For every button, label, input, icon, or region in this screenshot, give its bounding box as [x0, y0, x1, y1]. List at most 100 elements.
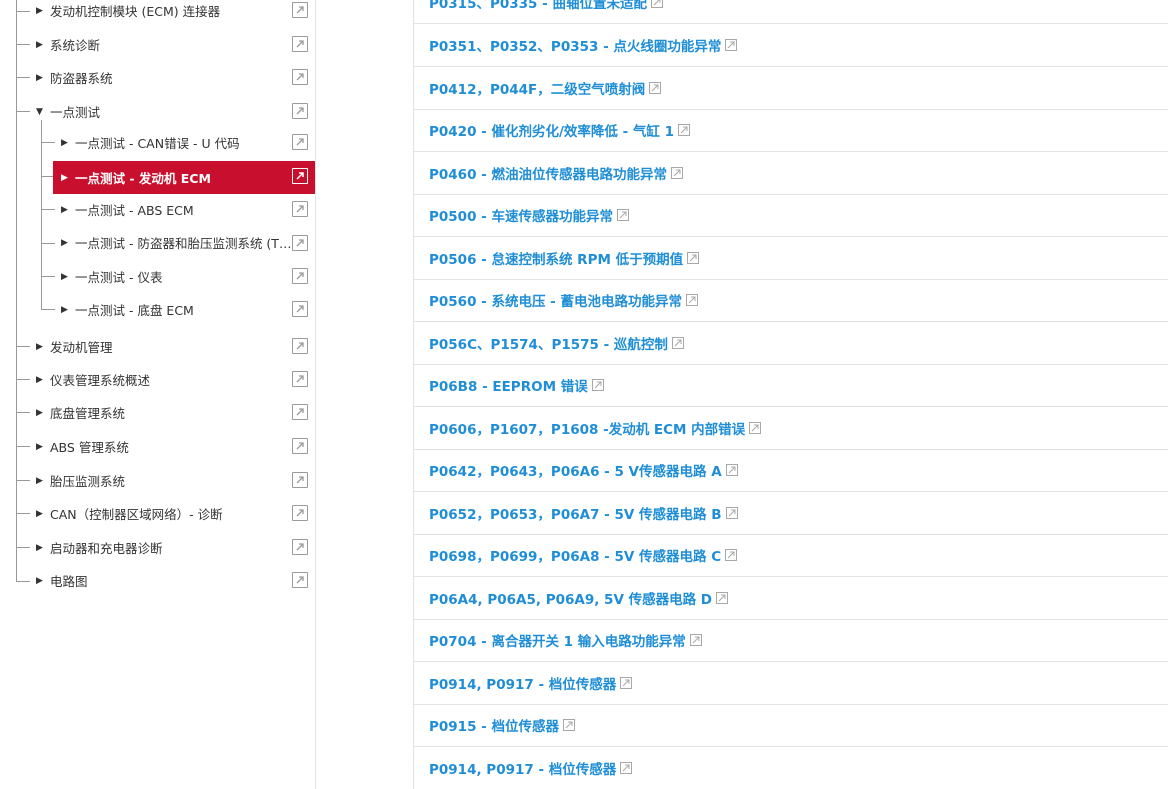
open-external-icon[interactable] [292, 572, 308, 588]
tree-item-pinpoint-test[interactable]: ▼ 一点测试 [36, 95, 100, 128]
tree-line [16, 346, 30, 347]
dtc-link[interactable]: P0412，P044F，二级空气喷射阀 [429, 78, 662, 98]
tree-line [16, 111, 30, 112]
open-external-icon [725, 548, 738, 561]
tree-line [16, 480, 30, 481]
tree-item-label: 启动器和充电器诊断 [50, 541, 163, 556]
list-item: P0698，P0699，P06A8 - 5V 传感器电路 C [414, 534, 1168, 577]
tree-item-can-diagnosis[interactable]: ▶ CAN（控制器区域网络）- 诊断 [36, 497, 223, 530]
tree-item-label: 一点测试 [50, 105, 101, 120]
expand-arrow-icon: ▶ [36, 475, 43, 486]
dtc-link[interactable]: P0914, P0917 - 档位传感器 [429, 758, 633, 778]
open-external-icon [749, 421, 762, 434]
dtc-link[interactable]: P0642，P0643，P06A6 - 5 V传感器电路 A [429, 460, 738, 480]
tree-item-ecm-connector[interactable]: ▶ 发动机控制模块 (ECM) 连接器 [36, 0, 220, 27]
tree-item-immobilizer[interactable]: ▶ 防盗器系统 [36, 61, 113, 94]
open-external-icon [725, 506, 738, 519]
open-external-icon[interactable] [292, 472, 308, 488]
open-external-icon [670, 166, 683, 179]
open-external-icon[interactable] [292, 301, 308, 317]
dtc-link[interactable]: P0560 - 系统电压 - 蓄电池电路功能异常 [429, 290, 698, 310]
tree-item-chassis-management[interactable]: ▶ 底盘管理系统 [36, 396, 125, 429]
open-external-icon[interactable] [292, 235, 308, 251]
open-external-icon[interactable] [292, 268, 308, 284]
expand-arrow-icon: ▶ [36, 575, 43, 586]
tree-item-pinpoint-engine-ecm[interactable]: ▶ 一点测试 - 发动机 ECM [53, 161, 315, 194]
tree-item-engine-management[interactable]: ▶ 发动机管理 [36, 330, 113, 363]
open-external-icon [689, 633, 702, 646]
tree-item-instrument-overview[interactable]: ▶ 仪表管理系统概述 [36, 363, 150, 396]
list-item: P0560 - 系统电压 - 蓄电池电路功能异常 [414, 279, 1168, 322]
tree-line [16, 446, 30, 447]
open-external-icon[interactable] [292, 2, 308, 18]
list-item: P0412，P044F，二级空气喷射阀 [414, 67, 1168, 110]
open-external-icon[interactable] [292, 36, 308, 52]
tree-item-abs-management[interactable]: ▶ ABS 管理系统 [36, 430, 129, 463]
dtc-link[interactable]: P0420 - 催化剂劣化/效率降低 - 气缸 1 [429, 120, 690, 140]
tree-item-pinpoint-instrument[interactable]: ▶ 一点测试 - 仪表 [61, 260, 162, 293]
open-external-icon[interactable] [292, 168, 308, 184]
tree-item-pinpoint-chassis-ecm[interactable]: ▶ 一点测试 - 底盘 ECM [61, 293, 194, 326]
open-external-icon[interactable] [292, 404, 308, 420]
open-external-icon [716, 591, 728, 604]
tree-item-pinpoint-can[interactable]: ▶ 一点测试 - CAN错误 - U 代码 [61, 126, 240, 159]
tree-item-tpms[interactable]: ▶ 胎压监测系统 [36, 464, 125, 497]
open-external-icon [685, 293, 698, 306]
list-item: P0914, P0917 - 档位传感器 [414, 747, 1168, 789]
dtc-link[interactable]: P0351、P0352、P0353 - 点火线圈功能异常 [429, 35, 738, 55]
list-item: P0506 - 怠速控制系统 RPM 低于预期值 [414, 237, 1168, 280]
list-item: P06B8 - EEPROM 错误 [414, 364, 1168, 407]
tree-item-pinpoint-abs-ecm[interactable]: ▶ 一点测试 - ABS ECM [61, 193, 194, 226]
tree-line [16, 547, 30, 548]
open-external-icon [725, 463, 738, 476]
tree-line [41, 309, 55, 310]
list-item: P0652，P0653，P06A7 - 5V 传感器电路 B [414, 492, 1168, 535]
open-external-icon[interactable] [292, 103, 308, 119]
list-item: P0914, P0917 - 档位传感器 [414, 662, 1168, 705]
open-external-icon [591, 378, 604, 391]
tree-item-label: 一点测试 - 防盗器和胎压监测系统 (TPMS) ECM [75, 236, 297, 251]
open-external-icon [678, 123, 690, 136]
open-external-icon[interactable] [292, 505, 308, 521]
expand-arrow-icon: ▶ [36, 374, 43, 385]
navigation-tree: ▶ 发动机控制模块 (ECM) 连接器 ▶ 系统诊断 ▶ 防盗器系统 ▼ 一点测… [0, 0, 316, 789]
dtc-link[interactable]: P0652，P0653，P06A7 - 5V 传感器电路 B [429, 503, 738, 523]
tree-item-circuit-diagram[interactable]: ▶ 电路图 [36, 564, 88, 597]
dtc-link[interactable]: P0606，P1607，P1608 -发动机 ECM 内部错误 [429, 418, 762, 438]
open-external-icon [671, 336, 684, 349]
list-item: P0704 - 离合器开关 1 输入电路功能异常 [414, 619, 1168, 662]
tree-line [16, 513, 30, 514]
dtc-link[interactable]: P0500 - 车速传感器功能异常 [429, 205, 629, 225]
open-external-icon[interactable] [292, 438, 308, 454]
tree-item-label: 一点测试 - 底盘 ECM [75, 303, 194, 318]
open-external-icon[interactable] [292, 134, 308, 150]
open-external-icon [687, 251, 700, 264]
expand-arrow-icon: ▶ [36, 72, 43, 83]
dtc-link[interactable]: P06B8 - EEPROM 错误 [429, 375, 604, 395]
tree-item-label: 系统诊断 [50, 38, 101, 53]
dtc-link[interactable]: P0704 - 离合器开关 1 输入电路功能异常 [429, 630, 702, 650]
tree-line [41, 142, 55, 143]
tree-line [16, 11, 30, 12]
open-external-icon[interactable] [292, 69, 308, 85]
open-external-icon[interactable] [292, 201, 308, 217]
open-external-icon [620, 761, 633, 774]
dtc-link[interactable]: P0698，P0699，P06A8 - 5V 传感器电路 C [429, 545, 738, 565]
tree-line [41, 176, 53, 177]
tree-item-system-diagnosis[interactable]: ▶ 系统诊断 [36, 28, 100, 61]
open-external-icon[interactable] [292, 539, 308, 555]
dtc-link[interactable]: P0506 - 怠速控制系统 RPM 低于预期值 [429, 248, 700, 268]
tree-item-starter-charger[interactable]: ▶ 启动器和充电器诊断 [36, 531, 163, 564]
open-external-icon [725, 38, 738, 51]
tree-line [41, 120, 42, 310]
tree-item-pinpoint-immobilizer-tpms[interactable]: ▶ 一点测试 - 防盗器和胎压监测系统 (TPMS) ECM [61, 226, 297, 259]
dtc-link[interactable]: P0914, P0917 - 档位传感器 [429, 673, 633, 693]
open-external-icon[interactable] [292, 371, 308, 387]
dtc-link[interactable]: P06A4, P06A5, P06A9, 5V 传感器电路 D [429, 588, 728, 608]
dtc-link[interactable]: P0460 - 燃油油位传感器电路功能异常 [429, 163, 683, 183]
dtc-link[interactable]: P0915 - 档位传感器 [429, 715, 575, 735]
expand-arrow-icon: ▶ [36, 39, 43, 50]
dtc-link[interactable]: P056C、P1574、P1575 - 巡航控制 [429, 333, 684, 353]
open-external-icon[interactable] [292, 338, 308, 354]
dtc-link[interactable]: P0315、P0335 - 曲轴位置未适配 [429, 0, 663, 12]
